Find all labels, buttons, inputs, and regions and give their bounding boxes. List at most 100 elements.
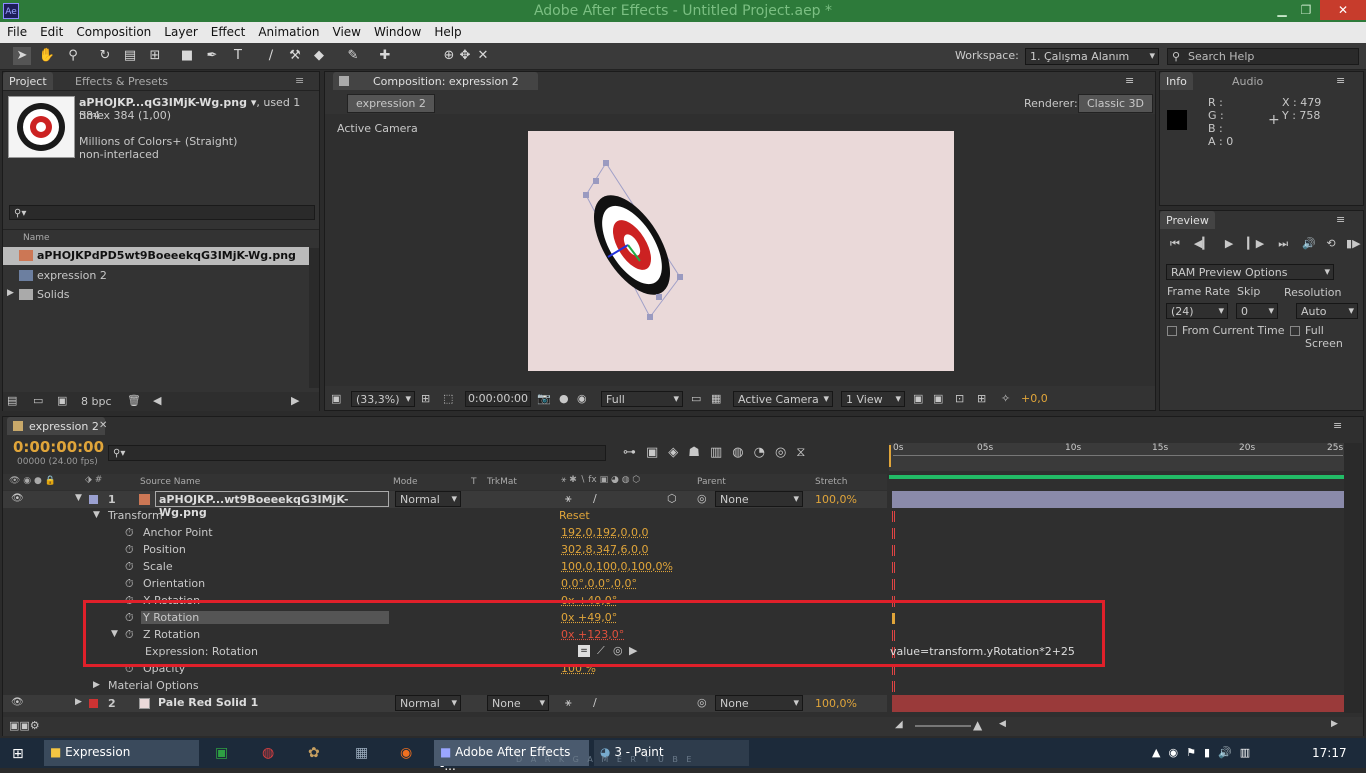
quality-switch-icon[interactable]: ∕: [593, 696, 597, 709]
property-row[interactable]: ⏱ Orientation 0,0°,0,0°,0,0°: [3, 576, 887, 593]
pan-behind-icon[interactable]: ⊞: [146, 47, 164, 65]
comp-viewer[interactable]: Active Camera: [325, 114, 1155, 386]
shy-switch-icon[interactable]: ⚹: [565, 492, 572, 506]
eraser-tool-icon[interactable]: ◆: [310, 47, 328, 65]
toggle-pixel-icon[interactable]: ▣: [913, 392, 923, 405]
brainstorm-icon[interactable]: ◔: [754, 445, 775, 460]
tab-project[interactable]: Project: [3, 72, 53, 90]
stopwatch-icon[interactable]: ⏱: [125, 543, 134, 557]
tab-preview[interactable]: Preview: [1160, 211, 1215, 229]
hand-tool-icon[interactable]: ✋: [38, 47, 56, 65]
parent-dropdown[interactable]: None: [715, 491, 803, 507]
axis-world-icon[interactable]: ✥: [456, 47, 474, 65]
flag-icon[interactable]: ⚑: [1186, 746, 1204, 759]
brush-tool-icon[interactable]: ∕: [262, 47, 280, 65]
transform-group-row[interactable]: ▼ Transform Reset: [3, 508, 887, 525]
prev-frame-icon[interactable]: ◀▎: [1194, 237, 1211, 250]
keyframe-marker[interactable]: [892, 681, 895, 692]
tab-info[interactable]: Info: [1160, 72, 1193, 90]
stretch-value[interactable]: 100,0%: [815, 697, 857, 710]
layer-2-bar[interactable]: [892, 695, 1344, 712]
layer-row-1[interactable]: 👁 ▼ 1 aPHOJKP...wt9BoeeekqG3IMjK-Wg.png …: [3, 491, 887, 508]
skip-dropdown[interactable]: 0: [1236, 303, 1278, 319]
material-options-row[interactable]: ▶ Material Options: [3, 678, 887, 695]
scroll-left-icon[interactable]: ◀: [153, 394, 161, 407]
interpret-footage-icon[interactable]: ▤: [7, 394, 17, 407]
clone-stamp-icon[interactable]: ⚒: [286, 47, 304, 65]
ram-preview-options-dropdown[interactable]: RAM Preview Options: [1166, 264, 1334, 280]
flowchart-2-icon[interactable]: ⊞: [977, 392, 986, 405]
app-icon-2[interactable]: ✿: [308, 745, 320, 761]
menu-edit[interactable]: Edit: [33, 22, 69, 39]
excel-icon[interactable]: ▣: [215, 745, 228, 761]
menu-file[interactable]: File: [0, 22, 33, 39]
property-value[interactable]: 100,0,100,0,100,0%: [561, 560, 673, 573]
source-name-header[interactable]: Source Name: [140, 477, 200, 487]
menu-composition[interactable]: Composition: [69, 22, 157, 39]
expand-arrow-icon[interactable]: ▶: [75, 697, 82, 707]
zoom-tool-icon[interactable]: ⚲: [64, 47, 82, 65]
region-of-interest-icon[interactable]: ⬚: [443, 392, 453, 405]
3d-layer-icon[interactable]: ⬡: [667, 492, 677, 505]
pen-tool-icon[interactable]: ✒: [203, 47, 221, 65]
workspace-dropdown[interactable]: 1. Çalışma Alanım: [1025, 48, 1159, 65]
rotate-tool-icon[interactable]: ↻: [96, 47, 114, 65]
trkmat-header[interactable]: TrkMat: [487, 477, 517, 487]
menu-help[interactable]: Help: [427, 22, 467, 39]
next-frame-icon[interactable]: ▎▶: [1247, 237, 1264, 250]
menu-layer[interactable]: Layer: [157, 22, 203, 39]
view-layout-dropdown[interactable]: 1 View: [841, 391, 905, 407]
mode-header[interactable]: Mode: [393, 477, 418, 487]
new-folder-icon[interactable]: ▭: [33, 394, 43, 407]
motion-blur-icon[interactable]: ◍: [732, 445, 753, 460]
keyframe-marker[interactable]: [892, 511, 895, 522]
keyframe-marker[interactable]: [892, 579, 895, 590]
property-row[interactable]: ⏱ Anchor Point 192,0,192,0,0,0: [3, 525, 887, 542]
expand-arrow-icon[interactable]: ▶: [7, 288, 14, 298]
renderer-button[interactable]: Classic 3D: [1078, 94, 1153, 113]
project-item-solids[interactable]: ▶ Solids: [3, 286, 309, 304]
visibility-eye-icon[interactable]: 👁: [11, 697, 24, 708]
blend-mode-dropdown[interactable]: Normal: [395, 695, 461, 711]
mute-audio-icon[interactable]: 🔊: [1302, 237, 1316, 250]
roto-brush-icon[interactable]: ✎: [344, 47, 362, 65]
full-screen-checkbox[interactable]: [1290, 326, 1300, 336]
scroll-right-icon[interactable]: ▶: [1331, 719, 1338, 729]
from-current-time-checkbox[interactable]: [1167, 326, 1177, 336]
property-value[interactable]: 302,8,347,6,0,0: [561, 543, 648, 556]
firefox-icon[interactable]: ◉: [400, 745, 412, 761]
timeline-icon[interactable]: ▣: [933, 392, 943, 405]
label-color-icon[interactable]: [89, 699, 98, 708]
pickwhip-icon[interactable]: ◎: [697, 492, 707, 505]
puppet-pin-icon[interactable]: ✚: [376, 47, 394, 65]
project-item-selected[interactable]: aPHOJKPdPD5wt9BoeeekqG3IMjK-Wg.png: [3, 247, 309, 265]
timeline-vertical-scrollbar[interactable]: [1344, 443, 1362, 713]
selection-tool-icon[interactable]: ➤: [13, 47, 31, 65]
project-scrollbar[interactable]: [309, 248, 319, 388]
panel-menu-icon[interactable]: ≡: [1336, 213, 1345, 226]
menu-view[interactable]: View: [326, 22, 367, 39]
tab-audio[interactable]: Audio: [1226, 72, 1269, 90]
orbit-camera-icon[interactable]: ▤: [121, 47, 139, 65]
blend-mode-dropdown[interactable]: Normal: [395, 491, 461, 507]
tab-effects-presets[interactable]: Effects & Presets: [69, 72, 174, 90]
comp-mini-flowchart-icon[interactable]: ⊶: [623, 445, 646, 460]
collapse-arrow-icon[interactable]: ▼: [75, 493, 82, 503]
project-item-comp[interactable]: expression 2: [3, 267, 309, 285]
bpc-label[interactable]: 8 bpc: [81, 395, 112, 408]
delete-icon[interactable]: 🗑: [127, 394, 141, 407]
fast-previews-icon[interactable]: ▭: [691, 392, 701, 405]
shy-switch-icon[interactable]: ⚹: [565, 696, 572, 710]
flowchart-icon[interactable]: ⊡: [955, 392, 964, 405]
always-preview-icon[interactable]: ▣: [331, 392, 341, 405]
ram-preview-icon[interactable]: ▮▶: [1346, 237, 1361, 250]
property-value[interactable]: 192,0,192,0,0,0: [561, 526, 648, 539]
volume-icon[interactable]: 🔊: [1218, 746, 1240, 759]
close-tab-icon[interactable]: ✕: [99, 420, 107, 431]
battery-icon[interactable]: ▮: [1204, 746, 1218, 759]
pickwhip-icon[interactable]: ◎: [697, 696, 707, 709]
property-value[interactable]: 0,0°,0,0°,0,0°: [561, 577, 637, 590]
keyframe-marker[interactable]: [892, 562, 895, 573]
axis-view-icon[interactable]: ✕: [474, 47, 492, 65]
auto-keyframe-icon[interactable]: ◎: [775, 445, 796, 460]
